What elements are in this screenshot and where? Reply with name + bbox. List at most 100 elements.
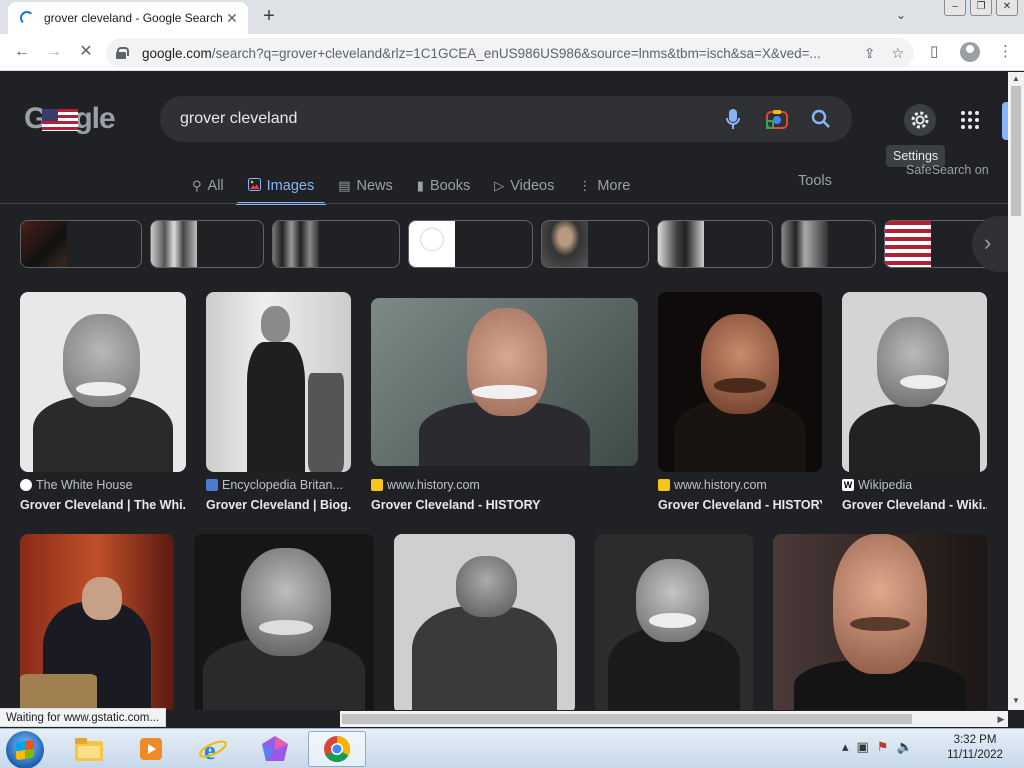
result-thumbnail (194, 534, 374, 710)
chip-thumbnail (658, 221, 704, 267)
polygon-app-icon[interactable] (246, 731, 304, 767)
restore-button[interactable]: ❐ (970, 0, 992, 16)
system-clock[interactable]: 3:32 PM 11/11/2022 (940, 733, 1010, 763)
horizontal-scrollbar[interactable]: ▶ (340, 711, 1008, 727)
settings-gear-button[interactable] (904, 104, 936, 136)
chip-thumbnail (542, 221, 588, 267)
browser-tab[interactable]: grover cleveland - Google Search ✕ (8, 2, 248, 34)
vertical-scrollbar[interactable]: ▲ ▼ (1008, 72, 1024, 710)
close-window-button[interactable]: ✕ (996, 0, 1018, 16)
tab-news[interactable]: ▤ News (326, 168, 405, 204)
clock-time: 3:32 PM (953, 734, 997, 746)
loading-spinner-icon (20, 11, 34, 25)
profile-avatar-icon[interactable] (960, 42, 980, 62)
tab-more[interactable]: ⋮ More (566, 168, 642, 204)
minimize-button[interactable]: – (944, 0, 966, 16)
lock-icon (116, 47, 129, 59)
result-thumbnail (658, 292, 822, 472)
result-source[interactable]: W Wikipedia (842, 478, 912, 492)
tray-expand-icon[interactable]: ▴ (842, 739, 849, 755)
scroll-down-arrow-icon[interactable]: ▼ (1008, 696, 1024, 705)
forward-arrow-icon[interactable]: → (42, 40, 66, 64)
video-icon: ▷ (494, 178, 505, 193)
tab-images[interactable]: Images (235, 168, 327, 205)
chip-thumbnail (273, 221, 319, 267)
tab-close-icon[interactable]: ✕ (224, 10, 240, 27)
gear-icon (911, 111, 929, 129)
network-icon[interactable]: ▣ (857, 739, 869, 755)
hscrollbar-thumb[interactable] (342, 714, 912, 724)
side-panel-icon[interactable]: ▯ (930, 42, 938, 60)
result-source[interactable]: Encyclopedia Britan... (206, 478, 343, 492)
volume-icon[interactable]: 🔈 (896, 739, 912, 755)
related-chip[interactable] (150, 220, 264, 268)
related-chip[interactable] (20, 220, 142, 268)
scrollbar-thumb[interactable] (1011, 86, 1021, 216)
windows-taskbar: e ▴ ▣ ⚑ 🔈 3:32 PM 11/11/2022 (0, 728, 1024, 768)
search-type-tabs: ⚲ All Images ▤ News ▮ Books ▷ Videos ⋮ More (180, 168, 642, 205)
search-icon: ⚲ (192, 178, 202, 193)
chrome-taskbar-icon[interactable] (308, 731, 366, 767)
browser-toolbar: ← → ✕ google.com/search?q=grover+clevela… (0, 34, 1024, 71)
history-favicon-icon (658, 479, 670, 491)
scroll-right-arrow-icon[interactable]: ▶ (994, 711, 1008, 727)
result-thumbnail (595, 534, 753, 710)
result-source[interactable]: The White House (20, 478, 133, 492)
related-chip[interactable] (541, 220, 649, 268)
result-thumbnail (206, 292, 351, 472)
result-caption[interactable]: Grover Cleveland - Wiki... (842, 498, 987, 512)
result-caption[interactable]: Grover Cleveland | Biog... (206, 498, 351, 512)
tools-button[interactable]: Tools (798, 173, 832, 189)
related-chip[interactable] (408, 220, 533, 268)
start-button[interactable] (6, 731, 44, 768)
result-caption[interactable]: Grover Cleveland | The Whi... (20, 498, 186, 512)
share-icon[interactable]: ⇪ (864, 45, 876, 62)
result-caption[interactable]: Grover Cleveland - HISTORY (371, 498, 638, 512)
tab-all[interactable]: ⚲ All (180, 168, 236, 204)
chip-thumbnail (21, 221, 67, 267)
voice-search-icon[interactable] (722, 108, 744, 130)
result-source[interactable]: www.history.com (371, 478, 480, 492)
tab-title: grover cleveland - Google Search (44, 11, 223, 25)
search-submit-icon[interactable] (810, 108, 832, 130)
chip-thumbnail (409, 221, 455, 267)
scroll-up-arrow-icon[interactable]: ▲ (1008, 74, 1024, 83)
result-caption[interactable]: Grover Cleveland - HISTORY (658, 498, 822, 512)
flag-icon (42, 109, 79, 132)
tab-books[interactable]: ▮ Books (405, 168, 482, 204)
browser-tab-strip: grover cleveland - Google Search ✕ + ⌄ –… (0, 0, 1024, 34)
lens-camera-icon[interactable] (766, 108, 788, 130)
new-tab-button[interactable]: + (258, 6, 280, 28)
chip-thumbnail (885, 221, 931, 267)
history-favicon-icon (371, 479, 383, 491)
google-images-page: Ggle grover cleveland Settings SafeSearc… (0, 72, 1008, 710)
related-chip[interactable] (657, 220, 773, 268)
window-controls: – ❐ ✕ (944, 0, 1018, 16)
result-source[interactable]: www.history.com (658, 478, 767, 492)
tab-videos[interactable]: ▷ Videos (482, 168, 566, 204)
chip-thumbnail (151, 221, 197, 267)
system-tray: ▴ ▣ ⚑ 🔈 (842, 739, 913, 755)
search-box[interactable]: grover cleveland (160, 96, 852, 142)
safesearch-status[interactable]: SafeSearch on (906, 163, 989, 177)
bookmark-star-icon[interactable]: ☆ (891, 45, 904, 62)
action-center-flag-icon[interactable]: ⚑ (877, 739, 889, 755)
browser-menu-icon[interactable]: ⋮ (998, 42, 1013, 60)
internet-explorer-icon[interactable]: e (184, 731, 242, 767)
google-apps-grid-icon[interactable] (958, 108, 982, 132)
url-text: google.com/search?q=grover+cleveland&rlz… (142, 45, 821, 61)
stop-loading-icon[interactable]: ✕ (74, 40, 98, 64)
status-bar: Waiting for www.gstatic.com... (0, 708, 166, 727)
book-icon: ▮ (416, 178, 424, 193)
tab-search-chevron-icon[interactable]: ⌄ (896, 8, 906, 22)
back-arrow-icon[interactable]: ← (10, 40, 34, 64)
google-doodle-logo[interactable]: Ggle (24, 102, 116, 136)
media-player-icon[interactable] (122, 731, 180, 767)
search-input[interactable]: grover cleveland (180, 110, 700, 128)
whitehouse-favicon-icon (20, 479, 32, 491)
related-chip[interactable] (781, 220, 876, 268)
file-explorer-icon[interactable] (60, 731, 118, 767)
related-chip[interactable] (272, 220, 400, 268)
image-icon (247, 178, 261, 194)
address-bar[interactable]: google.com/search?q=grover+cleveland&rlz… (106, 38, 914, 68)
